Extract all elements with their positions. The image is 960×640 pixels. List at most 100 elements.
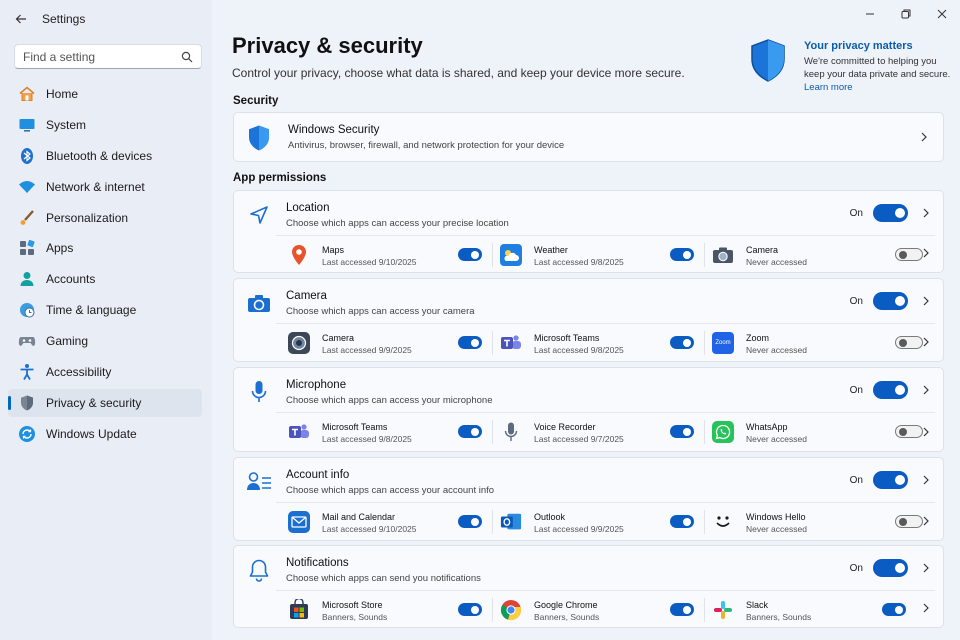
search-box[interactable] — [14, 44, 202, 69]
permission-card-location: Location Choose which apps can access yo… — [233, 190, 944, 273]
app-row-microsoft-store[interactable]: Microsoft Store Banners, Sounds — [288, 592, 512, 628]
mail-calendar-toggle[interactable] — [458, 515, 482, 528]
sidebar-item-network[interactable]: Network & internet — [8, 173, 202, 201]
chevron-right-icon[interactable] — [921, 475, 931, 485]
sidebar-item-label: Windows Update — [46, 426, 137, 441]
windows-hello-toggle[interactable] — [895, 515, 923, 528]
permission-subtitle: Choose which apps can access your microp… — [286, 395, 493, 406]
permission-title[interactable]: Microphone — [286, 379, 346, 391]
sidebar-item-accessibility[interactable]: Accessibility — [8, 358, 202, 386]
windows-security-item[interactable]: Windows Security Antivirus, browser, fir… — [233, 112, 944, 162]
app-row-microsoft-teams[interactable]: Microsoft Teams Last accessed 9/8/2025 — [288, 414, 512, 450]
whatsapp-toggle[interactable] — [895, 425, 923, 438]
app-status: Banners, Sounds — [534, 612, 600, 622]
gamepad-icon — [18, 332, 36, 350]
location-toggle[interactable] — [873, 204, 908, 222]
sidebar-item-apps[interactable]: Apps — [8, 234, 202, 262]
app-row-mail-calendar[interactable]: Mail and Calendar Last accessed 9/10/202… — [288, 504, 512, 540]
security-heading: Security — [233, 95, 279, 107]
app-row-maps[interactable]: Maps Last accessed 9/10/2025 — [288, 237, 512, 273]
sidebar-item-label: Gaming — [46, 334, 89, 349]
search-input[interactable] — [15, 49, 175, 64]
brush-icon — [18, 209, 36, 227]
sidebar-item-windows-update[interactable]: Windows Update — [8, 420, 202, 448]
maps-toggle[interactable] — [458, 248, 482, 261]
sidebar-item-system[interactable]: System — [8, 111, 202, 139]
permission-title[interactable]: Account info — [286, 469, 349, 481]
camera-toggle[interactable] — [895, 248, 923, 261]
windows-hello-icon — [712, 511, 734, 533]
toggle-state-label: On — [849, 385, 863, 396]
permission-title[interactable]: Notifications — [286, 557, 349, 569]
voice-recorder-toggle[interactable] — [670, 425, 694, 438]
account-info-toggle[interactable] — [873, 471, 908, 489]
chevron-right-icon[interactable] — [921, 563, 931, 573]
privacy-card-title: Your privacy matters — [804, 40, 913, 52]
weather-toggle[interactable] — [670, 248, 694, 261]
chevron-right-icon[interactable] — [921, 208, 931, 218]
bluetooth-icon — [18, 147, 36, 165]
chrome-toggle[interactable] — [670, 603, 694, 616]
app-status: Last accessed 9/8/2025 — [534, 257, 624, 267]
chevron-right-icon[interactable] — [921, 296, 931, 306]
permission-title[interactable]: Location — [286, 202, 329, 214]
camera-app-toggle[interactable] — [458, 336, 482, 349]
sidebar-item-accounts[interactable]: Accounts — [8, 265, 202, 293]
sidebar-item-privacy-security[interactable]: Privacy & security — [8, 388, 202, 417]
outlook-toggle[interactable] — [670, 515, 694, 528]
app-row-microsoft-teams[interactable]: Microsoft Teams Last accessed 9/8/2025 — [492, 325, 724, 361]
chevron-right-icon[interactable] — [921, 337, 931, 347]
teams-mic-toggle[interactable] — [458, 425, 482, 438]
apps-icon — [18, 239, 36, 257]
sidebar-item-personalization[interactable]: Personalization — [8, 204, 202, 232]
microphone-toggle[interactable] — [873, 381, 908, 399]
chevron-right-icon[interactable] — [921, 603, 931, 613]
app-name: Microsoft Teams — [534, 333, 600, 343]
app-row-google-chrome[interactable]: Google Chrome Banners, Sounds — [492, 592, 724, 628]
accessibility-icon — [18, 363, 36, 381]
app-row-voice-recorder[interactable]: Voice Recorder Last accessed 9/7/2025 — [492, 414, 724, 450]
slack-icon — [712, 599, 734, 621]
app-row-windows-hello[interactable]: Windows Hello Never accessed — [704, 504, 936, 540]
app-status: Last accessed 9/8/2025 — [322, 434, 412, 444]
whatsapp-icon — [712, 421, 734, 443]
mail-icon — [288, 511, 310, 533]
app-name: Camera — [746, 245, 779, 255]
chevron-right-icon[interactable] — [921, 427, 931, 437]
sidebar-item-home[interactable]: Home — [8, 80, 202, 108]
app-status: Last accessed 9/10/2025 — [322, 257, 417, 267]
chevron-right-icon[interactable] — [921, 385, 931, 395]
camera-permission-toggle[interactable] — [873, 292, 908, 310]
app-row-weather[interactable]: Weather Last accessed 9/8/2025 — [492, 237, 724, 273]
chevron-right-icon[interactable] — [921, 516, 931, 526]
learn-more-link[interactable]: Learn more — [804, 82, 853, 93]
sidebar-item-label: Time & language — [46, 303, 137, 318]
sidebar-item-label: Apps — [46, 241, 74, 256]
sidebar-item-time-language[interactable]: Time & language — [8, 296, 202, 324]
sidebar-item-label: Bluetooth & devices — [46, 148, 153, 163]
microsoft-store-toggle[interactable] — [458, 603, 482, 616]
sidebar-item-bluetooth[interactable]: Bluetooth & devices — [8, 142, 202, 170]
app-name: Mail and Calendar — [322, 512, 396, 522]
app-row-camera[interactable]: Camera Last accessed 9/9/2025 — [288, 325, 512, 361]
update-icon — [18, 425, 36, 443]
back-arrow-icon — [15, 14, 26, 24]
outlook-icon — [500, 511, 522, 533]
notifications-toggle[interactable] — [873, 559, 908, 577]
app-row-outlook[interactable]: Outlook Last accessed 9/9/2025 — [492, 504, 724, 540]
app-row-zoom[interactable]: Zoom Zoom Never accessed — [704, 325, 936, 361]
search-icon[interactable] — [181, 51, 193, 63]
teams-toggle[interactable] — [670, 336, 694, 349]
sidebar-item-label: Accounts — [46, 272, 96, 287]
microphone-icon — [246, 379, 272, 405]
zoom-toggle[interactable] — [895, 336, 923, 349]
map-pin-icon — [288, 244, 310, 266]
sidebar-item-gaming[interactable]: Gaming — [8, 327, 202, 355]
chevron-right-icon[interactable] — [921, 248, 931, 258]
permission-title[interactable]: Camera — [286, 290, 327, 302]
slack-toggle[interactable] — [882, 603, 906, 616]
app-row-whatsapp[interactable]: WhatsApp Never accessed — [704, 414, 936, 450]
app-row-slack[interactable]: Slack Banners, Sounds — [704, 592, 936, 628]
app-row-camera[interactable]: Camera Never accessed — [704, 237, 936, 273]
back-button[interactable] — [12, 10, 30, 28]
